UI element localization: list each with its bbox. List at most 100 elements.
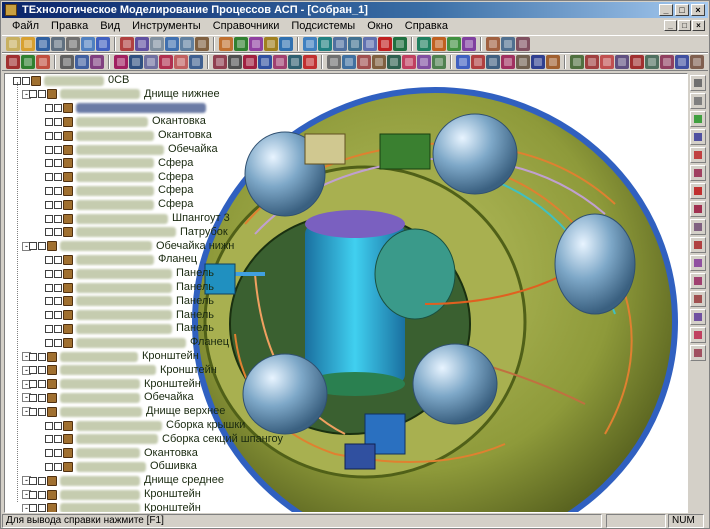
select-checkbox[interactable]	[54, 338, 62, 347]
tree-item[interactable]: Обечайка	[45, 143, 218, 156]
visibility-checkbox[interactable]	[45, 117, 53, 126]
check-icon[interactable]	[690, 345, 706, 361]
color-icon[interactable]	[432, 37, 446, 51]
menu-help[interactable]: Справка	[399, 18, 454, 34]
visibility-checkbox[interactable]	[45, 324, 53, 333]
document-icon[interactable]	[150, 37, 164, 51]
select-checkbox[interactable]	[38, 490, 46, 499]
select-checkbox[interactable]	[38, 380, 46, 389]
assembly-icon[interactable]	[690, 183, 706, 199]
menu-file[interactable]: Файл	[6, 18, 45, 34]
m-icon[interactable]	[258, 55, 272, 69]
select-checkbox[interactable]	[54, 117, 62, 126]
e-icon[interactable]	[129, 55, 143, 69]
q-icon[interactable]	[327, 55, 341, 69]
doc-restore-button[interactable]: □	[678, 20, 691, 31]
ll-icon[interactable]	[660, 55, 674, 69]
tree-item[interactable]: Окантовка	[45, 447, 198, 460]
select-checkbox[interactable]	[38, 504, 46, 512]
gg-icon[interactable]	[585, 55, 599, 69]
menu-view[interactable]: Вид	[94, 18, 126, 34]
pen-icon[interactable]	[486, 37, 500, 51]
visibility-checkbox[interactable]	[29, 504, 37, 512]
view1-icon[interactable]	[279, 37, 293, 51]
visibility-checkbox[interactable]	[45, 186, 53, 195]
part-icon[interactable]	[690, 165, 706, 181]
visibility-checkbox[interactable]	[29, 393, 37, 402]
visibility-checkbox[interactable]	[45, 269, 53, 278]
menu-window[interactable]: Окно	[361, 18, 399, 34]
visibility-checkbox[interactable]	[45, 283, 53, 292]
palette-icon[interactable]	[249, 37, 263, 51]
measure-icon[interactable]	[36, 55, 50, 69]
select-checkbox[interactable]	[38, 476, 46, 485]
tree-item[interactable]: Сфера	[45, 198, 193, 211]
y-icon[interactable]	[456, 55, 470, 69]
select-checkbox[interactable]	[54, 311, 62, 320]
n-icon[interactable]	[273, 55, 287, 69]
copy-icon[interactable]	[51, 37, 65, 51]
tree-item[interactable]: Панель	[45, 267, 214, 280]
ks-icon[interactable]	[120, 37, 134, 51]
i-icon[interactable]	[189, 55, 203, 69]
tree-item[interactable]: Сфера	[45, 157, 193, 170]
edge-icon[interactable]	[690, 129, 706, 145]
hh-icon[interactable]	[600, 55, 614, 69]
select-checkbox[interactable]	[38, 366, 46, 375]
view3-icon[interactable]	[318, 37, 332, 51]
select-checkbox[interactable]	[54, 324, 62, 333]
tree-item[interactable]: Панель	[45, 281, 214, 294]
tree-item[interactable]: Днище верхнее	[29, 405, 225, 418]
dd-icon[interactable]	[531, 55, 545, 69]
check-icon[interactable]	[21, 55, 35, 69]
layer-icon[interactable]	[516, 37, 530, 51]
visibility-checkbox[interactable]	[45, 421, 53, 430]
v-icon[interactable]	[402, 55, 416, 69]
tree-item[interactable]: Обшивка	[45, 460, 197, 473]
marker-icon[interactable]	[690, 291, 706, 307]
tools-icon[interactable]	[180, 37, 194, 51]
minimize-button[interactable]: _	[659, 4, 673, 16]
tree-item[interactable]: Окантовка	[45, 129, 212, 142]
print-icon[interactable]	[66, 37, 80, 51]
select-checkbox[interactable]	[22, 76, 30, 85]
tree-item[interactable]: Кронштейн	[29, 502, 201, 512]
f-icon[interactable]	[144, 55, 158, 69]
view2-icon[interactable]	[303, 37, 317, 51]
g-icon[interactable]	[159, 55, 173, 69]
new-icon[interactable]	[6, 37, 20, 51]
select-checkbox[interactable]	[54, 159, 62, 168]
eye2-icon[interactable]	[417, 37, 431, 51]
zoom-icon[interactable]	[447, 37, 461, 51]
select-checkbox[interactable]	[54, 255, 62, 264]
tree-item[interactable]: Окантовка	[45, 115, 206, 128]
visibility-checkbox[interactable]	[45, 338, 53, 347]
s-icon[interactable]	[357, 55, 371, 69]
d-icon[interactable]	[114, 55, 128, 69]
select-checkbox[interactable]	[54, 200, 62, 209]
visibility-checkbox[interactable]	[29, 366, 37, 375]
save-icon[interactable]	[36, 37, 50, 51]
visibility-checkbox[interactable]	[45, 200, 53, 209]
menu-edit[interactable]: Правка	[45, 18, 94, 34]
tree-item[interactable]: Панель	[45, 322, 214, 335]
select-checkbox[interactable]	[54, 283, 62, 292]
bolt-icon[interactable]	[690, 237, 706, 253]
select-checkbox[interactable]	[38, 242, 46, 251]
visibility-checkbox[interactable]	[45, 255, 53, 264]
wand-icon[interactable]	[6, 55, 20, 69]
zoom2-icon[interactable]	[462, 37, 476, 51]
u-icon[interactable]	[387, 55, 401, 69]
visibility-checkbox[interactable]	[29, 476, 37, 485]
bb-icon[interactable]	[501, 55, 515, 69]
tree-item[interactable]: Кронштейн	[29, 488, 201, 501]
tree-item[interactable]: Панель	[45, 309, 214, 322]
curve-icon[interactable]	[264, 37, 278, 51]
select-checkbox[interactable]	[54, 449, 62, 458]
assembly-workspace[interactable]: 0CB - Днище нижнее Окантовка Окантовка Обечай…	[4, 73, 688, 513]
ii-icon[interactable]	[615, 55, 629, 69]
visibility-checkbox[interactable]	[45, 131, 53, 140]
arrow-icon[interactable]	[690, 75, 706, 91]
tree-item[interactable]: Сфера	[45, 184, 193, 197]
preview-icon[interactable]	[81, 37, 95, 51]
